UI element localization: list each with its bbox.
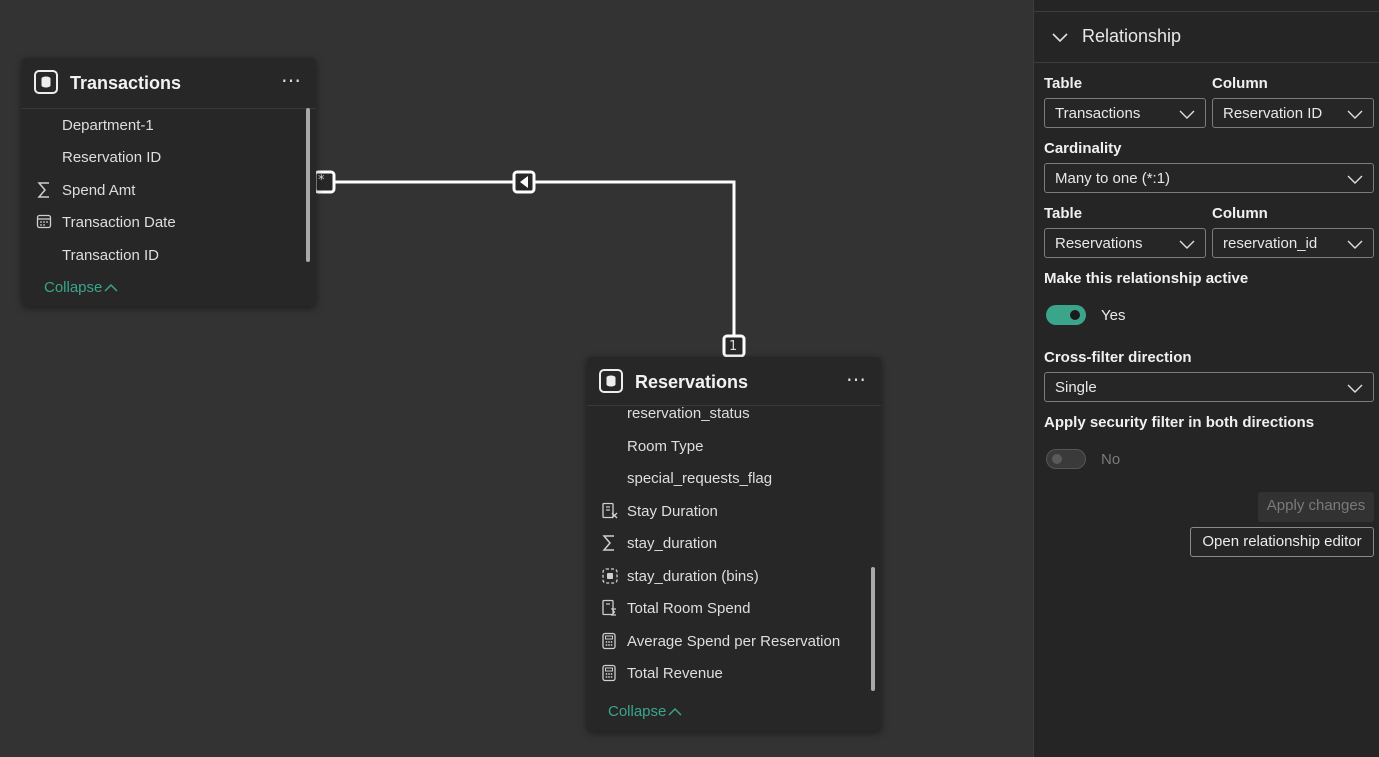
calculator-icon bbox=[601, 632, 619, 650]
section-divider bbox=[1034, 62, 1379, 63]
calendar-icon bbox=[36, 213, 54, 231]
reservations-scrollbar[interactable] bbox=[871, 567, 875, 691]
more-options-icon[interactable]: ⋯ bbox=[846, 367, 867, 392]
chevron-down-icon[interactable] bbox=[1052, 30, 1068, 48]
relationship-section-title[interactable]: Relationship bbox=[1082, 26, 1181, 47]
field-total-revenue[interactable]: Total Revenue bbox=[587, 657, 865, 689]
sigma-icon bbox=[601, 534, 619, 552]
sigma-icon bbox=[36, 181, 54, 199]
field-special-requests-flag[interactable]: special_requests_flag bbox=[587, 462, 865, 494]
chevron-down-icon bbox=[1179, 107, 1195, 124]
many-cardinality-label: * bbox=[318, 173, 325, 188]
chevron-down-icon bbox=[1347, 237, 1363, 254]
transactions-scrollbar[interactable] bbox=[306, 108, 310, 262]
chevron-down-icon bbox=[1347, 107, 1363, 124]
field-average-spend-per-reservation[interactable]: Average Spend per Reservation bbox=[587, 625, 865, 657]
transactions-card-header[interactable]: Transactions ⋯ bbox=[22, 58, 316, 109]
pane-divider bbox=[1034, 11, 1379, 12]
from-column-label: Column bbox=[1212, 75, 1268, 92]
from-table-label: Table bbox=[1044, 75, 1083, 92]
cardinality-label: Cardinality bbox=[1044, 140, 1122, 157]
chevron-up-icon bbox=[668, 707, 682, 716]
transactions-collapse-link[interactable]: Collapse bbox=[44, 279, 118, 296]
reservations-collapse-link[interactable]: Collapse bbox=[608, 703, 682, 720]
from-column-dropdown[interactable]: Reservation ID bbox=[1212, 98, 1374, 128]
calculated-table-icon bbox=[601, 599, 619, 617]
field-reservation-id[interactable]: Reservation ID bbox=[22, 141, 300, 173]
to-table-dropdown[interactable]: Reservations bbox=[1044, 228, 1206, 258]
bins-icon bbox=[601, 567, 619, 585]
from-table-dropdown[interactable]: Transactions bbox=[1044, 98, 1206, 128]
chevron-up-icon bbox=[104, 283, 118, 292]
table-icon bbox=[34, 70, 58, 94]
reservations-table-card[interactable]: Reservations ⋯ reservation_status Room T… bbox=[587, 357, 881, 731]
calculated-column-icon bbox=[601, 502, 619, 520]
field-spend-amt[interactable]: Spend Amt bbox=[22, 174, 300, 206]
field-stay-duration-bins[interactable]: stay_duration (bins) bbox=[587, 560, 865, 592]
to-column-dropdown[interactable]: reservation_id bbox=[1212, 228, 1374, 258]
security-filter-toggle[interactable] bbox=[1046, 449, 1086, 469]
active-toggle[interactable] bbox=[1046, 305, 1086, 325]
model-canvas[interactable]: * 1 Transactions ⋯ Department-1 Reservat… bbox=[0, 0, 1033, 757]
active-label: Make this relationship active bbox=[1044, 270, 1249, 287]
to-column-label: Column bbox=[1212, 205, 1268, 222]
active-toggle-value: Yes bbox=[1101, 307, 1126, 324]
crossfilter-dropdown[interactable]: Single bbox=[1044, 372, 1374, 402]
field-transaction-id[interactable]: Transaction ID bbox=[22, 239, 300, 271]
table-icon bbox=[599, 369, 623, 393]
field-department-1[interactable]: Department-1 bbox=[22, 109, 300, 141]
chevron-down-icon bbox=[1347, 381, 1363, 398]
chevron-down-icon bbox=[1347, 172, 1363, 189]
calculator-icon bbox=[601, 664, 619, 682]
security-filter-value: No bbox=[1101, 451, 1121, 468]
to-table-label: Table bbox=[1044, 205, 1083, 222]
field-reservation-status[interactable]: reservation_status bbox=[587, 397, 865, 429]
field-room-type[interactable]: Room Type bbox=[587, 430, 865, 462]
chevron-down-icon bbox=[1179, 237, 1195, 254]
properties-pane: Relationship Table Column Transactions R… bbox=[1033, 0, 1379, 757]
open-relationship-editor-button[interactable]: Open relationship editor bbox=[1190, 527, 1374, 557]
reservations-table-title: Reservations bbox=[635, 372, 749, 392]
cardinality-dropdown[interactable]: Many to one (*:1) bbox=[1044, 163, 1374, 193]
transactions-table-card[interactable]: Transactions ⋯ Department-1 Reservation … bbox=[22, 58, 316, 306]
transactions-table-title: Transactions bbox=[70, 73, 182, 93]
field-stay-duration[interactable]: stay_duration bbox=[587, 527, 865, 559]
crossfilter-label: Cross-filter direction bbox=[1044, 349, 1192, 366]
one-cardinality-label: 1 bbox=[729, 339, 738, 354]
field-stay-duration-calc[interactable]: Stay Duration bbox=[587, 495, 865, 527]
apply-changes-button[interactable]: Apply changes bbox=[1258, 492, 1374, 522]
field-transaction-date[interactable]: Transaction Date bbox=[22, 206, 300, 238]
security-filter-label: Apply security filter in both directions bbox=[1044, 414, 1315, 431]
field-total-room-spend[interactable]: Total Room Spend bbox=[587, 592, 865, 624]
more-options-icon[interactable]: ⋯ bbox=[281, 68, 302, 93]
